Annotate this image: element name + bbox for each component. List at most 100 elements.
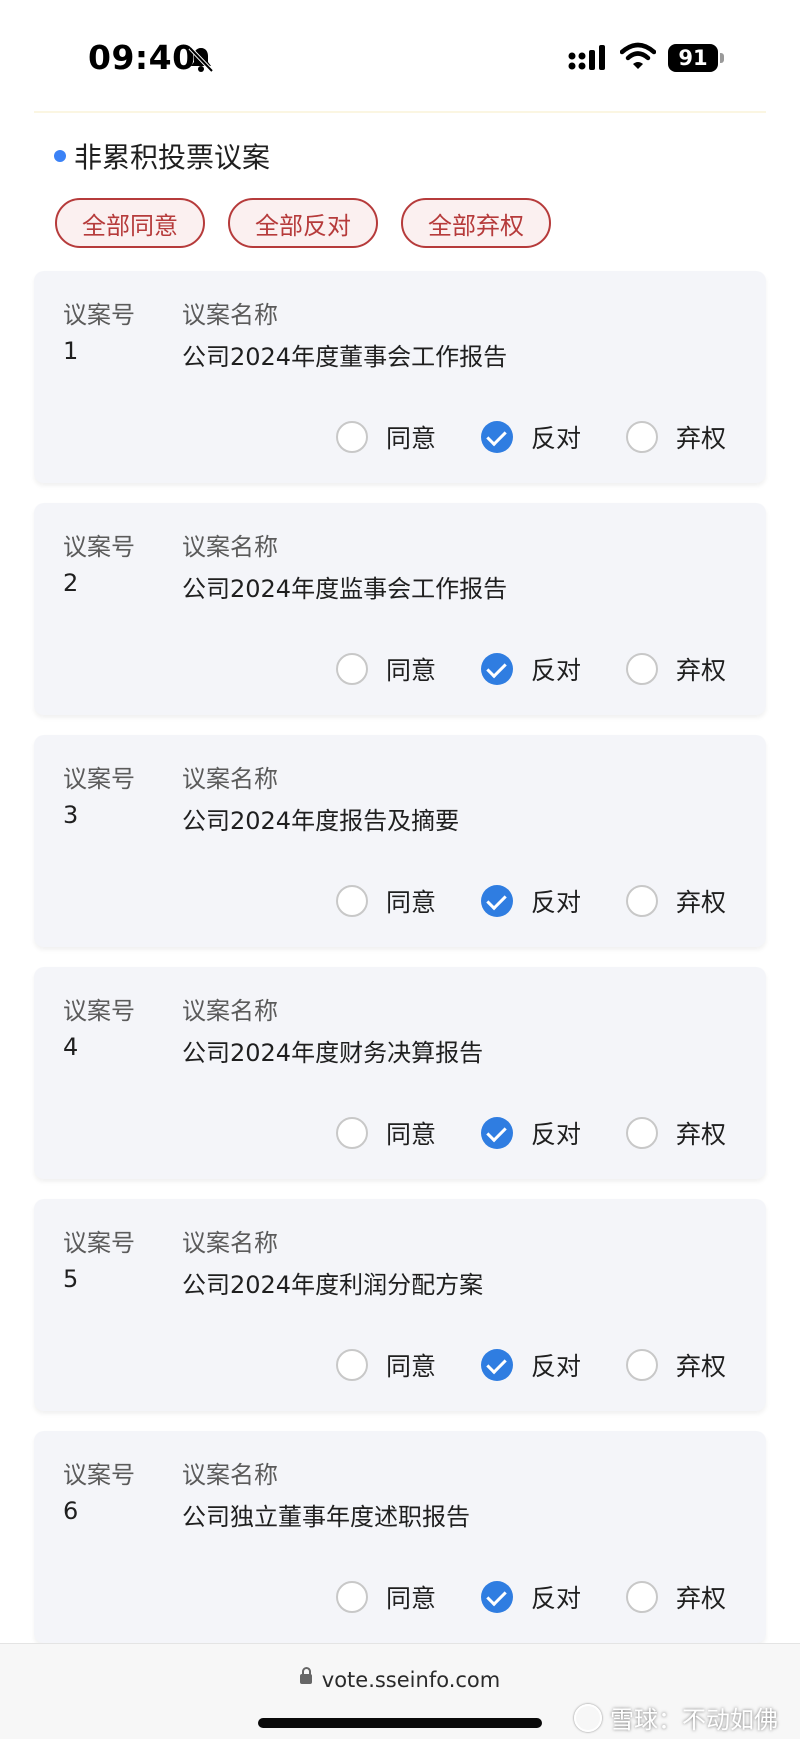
agree-label: 同意: [386, 656, 437, 685]
browser-bottom-bar: vote.sseinfo.com 雪球：不动如佛: [0, 1643, 800, 1739]
radio-checked-icon[interactable]: [481, 653, 513, 685]
proposal-no-header: 议案号: [63, 1229, 135, 1257]
radio-unchecked-icon[interactable]: [626, 885, 658, 917]
radio-checked-icon[interactable]: [481, 885, 513, 917]
oppose-label: 反对: [531, 1352, 582, 1381]
proposal-name-header: 议案名称: [182, 765, 278, 793]
proposal-no-header: 议案号: [63, 997, 135, 1025]
proposal-list: 议案号 议案名称 1 公司2024年度董事会工作报告 同意 反对 弃权 议案号 …: [34, 271, 766, 1663]
url-text: vote.sseinfo.com: [321, 1668, 501, 1692]
radio-unchecked-icon[interactable]: [626, 421, 658, 453]
bulk-actions: 全部同意 全部反对 全部弃权: [55, 198, 551, 248]
proposal-card: 议案号 议案名称 5 公司2024年度利润分配方案 同意 反对 弃权: [34, 1199, 766, 1411]
status-bar: 09:40 91: [0, 0, 800, 112]
proposal-card: 议案号 议案名称 1 公司2024年度董事会工作报告 同意 反对 弃权: [34, 271, 766, 483]
proposal-name-header: 议案名称: [182, 301, 278, 329]
proposal-card: 议案号 议案名称 3 公司2024年度报告及摘要 同意 反对 弃权: [34, 735, 766, 947]
proposal-name: 公司2024年度财务决算报告: [182, 1039, 484, 1067]
bullet-dot-icon: [54, 150, 66, 162]
agree-all-button[interactable]: 全部同意: [55, 198, 205, 248]
proposal-no: 4: [63, 1033, 79, 1061]
radio-unchecked-icon[interactable]: [336, 885, 368, 917]
proposal-name: 公司2024年度利润分配方案: [182, 1271, 484, 1299]
agree-option[interactable]: 同意: [336, 419, 436, 455]
radio-checked-icon[interactable]: [481, 1581, 513, 1613]
radio-unchecked-icon[interactable]: [626, 1581, 658, 1613]
bell-mute-icon: [188, 46, 214, 73]
abstain-option[interactable]: 弃权: [626, 1579, 726, 1615]
proposal-name-header: 议案名称: [182, 1461, 278, 1489]
wifi-icon: [620, 42, 656, 69]
agree-option[interactable]: 同意: [336, 1579, 436, 1615]
oppose-option[interactable]: 反对: [481, 883, 581, 919]
proposal-name: 公司2024年度报告及摘要: [182, 807, 460, 835]
radio-unchecked-icon[interactable]: [626, 653, 658, 685]
radio-checked-icon[interactable]: [481, 421, 513, 453]
abstain-option[interactable]: 弃权: [626, 651, 726, 687]
agree-option[interactable]: 同意: [336, 1347, 436, 1383]
radio-unchecked-icon[interactable]: [336, 653, 368, 685]
radio-unchecked-icon[interactable]: [336, 421, 368, 453]
agree-label: 同意: [386, 424, 437, 453]
proposal-name: 公司2024年度监事会工作报告: [182, 575, 508, 603]
oppose-option[interactable]: 反对: [481, 651, 581, 687]
watermark-text: 雪球：不动如佛: [610, 1706, 778, 1734]
xueqiu-logo-icon: [574, 1703, 602, 1732]
agree-option[interactable]: 同意: [336, 651, 436, 687]
battery-icon: 91: [668, 44, 726, 72]
abstain-label: 弃权: [676, 1584, 727, 1613]
radio-checked-icon[interactable]: [481, 1117, 513, 1149]
oppose-all-button[interactable]: 全部反对: [228, 198, 378, 248]
proposal-name-header: 议案名称: [182, 997, 278, 1025]
oppose-option[interactable]: 反对: [481, 1347, 581, 1383]
abstain-option[interactable]: 弃权: [626, 883, 726, 919]
proposal-no: 2: [63, 569, 79, 597]
proposal-name-header: 议案名称: [182, 533, 278, 561]
oppose-option[interactable]: 反对: [481, 1579, 581, 1615]
home-indicator[interactable]: [258, 1718, 542, 1728]
proposal-card: 议案号 议案名称 2 公司2024年度监事会工作报告 同意 反对 弃权: [34, 503, 766, 715]
abstain-option[interactable]: 弃权: [626, 1347, 726, 1383]
proposal-card: 议案号 议案名称 6 公司独立董事年度述职报告 同意 反对 弃权: [34, 1431, 766, 1643]
proposal-no: 3: [63, 801, 79, 829]
radio-unchecked-icon[interactable]: [336, 1349, 368, 1381]
agree-label: 同意: [386, 1120, 437, 1149]
status-time: 09:40: [88, 38, 196, 77]
proposal-card: 议案号 议案名称 4 公司2024年度财务决算报告 同意 反对 弃权: [34, 967, 766, 1179]
abstain-label: 弃权: [676, 1352, 727, 1381]
abstain-option[interactable]: 弃权: [626, 1115, 726, 1151]
address-bar[interactable]: vote.sseinfo.com: [0, 1667, 800, 1692]
radio-unchecked-icon[interactable]: [336, 1117, 368, 1149]
battery-tip: [720, 53, 724, 63]
oppose-label: 反对: [531, 1120, 582, 1149]
abstain-label: 弃权: [676, 1120, 727, 1149]
proposal-no-header: 议案号: [63, 765, 135, 793]
agree-option[interactable]: 同意: [336, 883, 436, 919]
proposal-no-header: 议案号: [63, 1461, 135, 1489]
signal-icon: [568, 45, 605, 70]
proposal-no-header: 议案号: [63, 533, 135, 561]
oppose-option[interactable]: 反对: [481, 1115, 581, 1151]
agree-option[interactable]: 同意: [336, 1115, 436, 1151]
proposal-no: 1: [63, 337, 79, 365]
radio-unchecked-icon[interactable]: [626, 1117, 658, 1149]
abstain-label: 弃权: [676, 424, 727, 453]
section-header: 非累积投票议案: [54, 136, 270, 176]
abstain-all-button[interactable]: 全部弃权: [401, 198, 551, 248]
radio-unchecked-icon[interactable]: [336, 1581, 368, 1613]
abstain-option[interactable]: 弃权: [626, 419, 726, 455]
proposal-no-header: 议案号: [63, 301, 135, 329]
agree-label: 同意: [386, 888, 437, 917]
proposal-name-header: 议案名称: [182, 1229, 278, 1257]
radio-unchecked-icon[interactable]: [626, 1349, 658, 1381]
oppose-label: 反对: [531, 1584, 582, 1613]
agree-label: 同意: [386, 1584, 437, 1613]
radio-checked-icon[interactable]: [481, 1349, 513, 1381]
battery-level: 91: [668, 44, 718, 72]
oppose-label: 反对: [531, 424, 582, 453]
oppose-option[interactable]: 反对: [481, 419, 581, 455]
agree-label: 同意: [386, 1352, 437, 1381]
proposal-no: 5: [63, 1265, 79, 1293]
oppose-label: 反对: [531, 888, 582, 917]
top-divider: [34, 111, 766, 113]
